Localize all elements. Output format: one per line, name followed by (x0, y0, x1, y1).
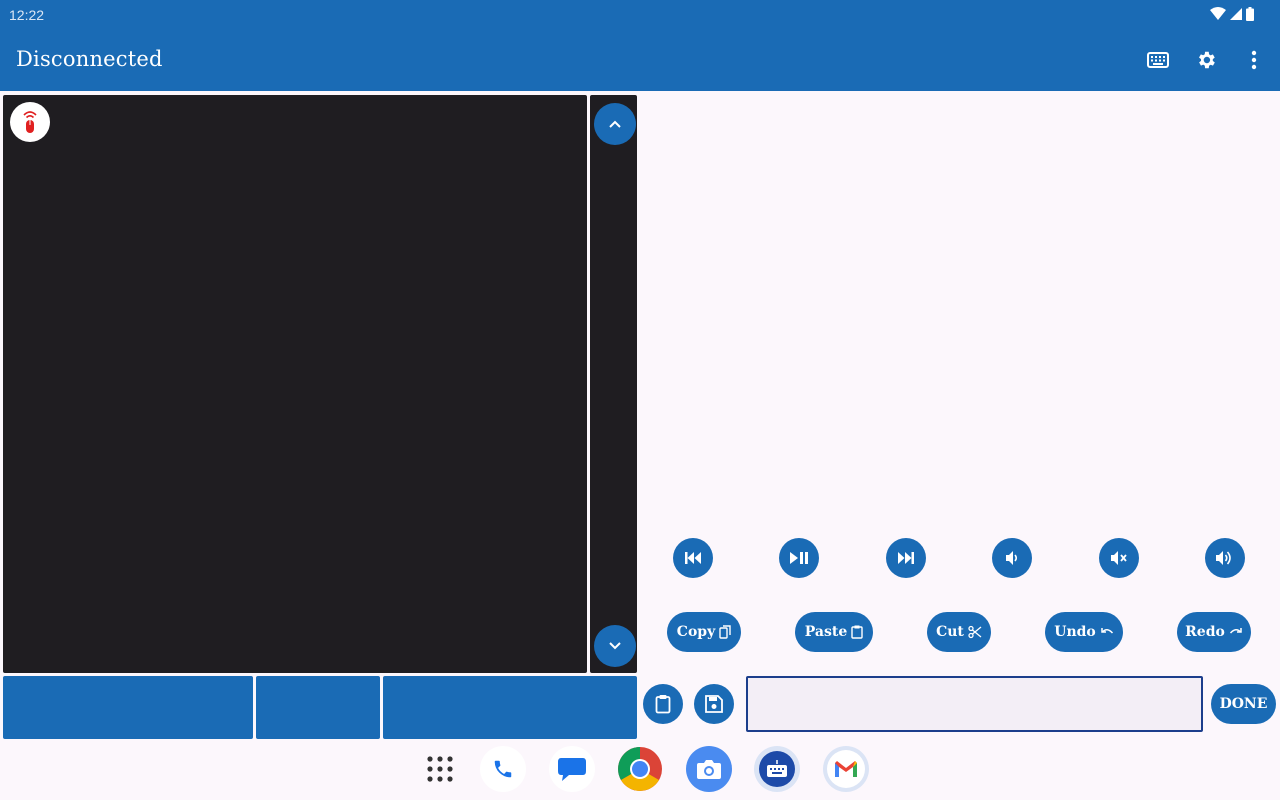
remote-mouse-icon (10, 102, 50, 142)
copy-button[interactable]: Copy (667, 612, 741, 652)
left-click-button[interactable] (3, 676, 253, 739)
system-icons (1210, 7, 1254, 21)
right-click-button[interactable] (383, 676, 637, 739)
copy-label: Copy (676, 624, 716, 640)
undo-button[interactable]: Undo (1045, 612, 1123, 652)
more-vert-icon[interactable] (1242, 48, 1266, 72)
done-button[interactable]: DONE (1211, 684, 1276, 724)
app-drawer-icon[interactable] (417, 746, 463, 792)
paste-label: Paste (804, 624, 848, 640)
mute-button[interactable] (1099, 538, 1139, 578)
remote-keyboard-app-icon[interactable] (754, 746, 800, 792)
text-input-field[interactable] (746, 676, 1203, 732)
status-bar: 12:22 (0, 0, 1280, 30)
play-pause-button[interactable] (779, 538, 819, 578)
skip-previous-icon (685, 552, 701, 564)
gmail-app-icon[interactable] (823, 746, 869, 792)
battery-icon (1246, 7, 1254, 21)
redo-button[interactable]: Redo (1177, 612, 1251, 652)
status-time: 12:22 (9, 7, 45, 23)
redo-icon (1229, 628, 1242, 634)
scroll-strip[interactable] (590, 95, 637, 673)
scissors-icon (968, 625, 982, 639)
clipboard-button[interactable] (643, 684, 683, 724)
settings-icon[interactable] (1194, 48, 1218, 72)
previous-track-button[interactable] (673, 538, 713, 578)
volume-down-button[interactable] (992, 538, 1032, 578)
chrome-app-icon[interactable] (617, 746, 663, 792)
scroll-down-button[interactable] (594, 625, 636, 667)
app-bar-actions (1146, 48, 1266, 72)
cut-label: Cut (936, 624, 964, 640)
save-icon (705, 695, 723, 713)
next-track-button[interactable] (886, 538, 926, 578)
cut-button[interactable]: Cut (927, 612, 991, 652)
scroll-up-button[interactable] (594, 103, 636, 145)
messages-app-icon[interactable] (549, 746, 595, 792)
camera-app-icon[interactable] (686, 746, 732, 792)
chevron-down-icon (609, 642, 621, 650)
paste-icon (851, 625, 863, 639)
keyboard-icon[interactable] (1146, 48, 1170, 72)
touchpad-area[interactable] (3, 95, 587, 673)
page-title: Disconnected (16, 47, 163, 71)
paste-button[interactable]: Paste (795, 612, 873, 652)
chevron-up-icon (609, 120, 621, 128)
volume-mute-icon (1111, 551, 1127, 565)
signal-icon (1230, 8, 1242, 20)
middle-click-button[interactable] (256, 676, 380, 739)
wifi-icon (1210, 7, 1226, 20)
volume-down-icon (1006, 551, 1018, 565)
volume-up-button[interactable] (1205, 538, 1245, 578)
mouse-buttons (3, 676, 637, 739)
volume-up-icon (1216, 551, 1231, 565)
undo-label: Undo (1054, 624, 1096, 640)
app-bar: Disconnected (0, 30, 1280, 91)
redo-label: Redo (1185, 624, 1225, 640)
clipboard-icon (655, 695, 671, 714)
skip-next-icon (898, 552, 914, 564)
save-button[interactable] (694, 684, 734, 724)
phone-app-icon[interactable] (480, 746, 526, 792)
undo-icon (1101, 628, 1113, 634)
play-pause-icon (790, 552, 808, 564)
copy-icon (719, 625, 731, 639)
app-dock (0, 742, 1280, 800)
